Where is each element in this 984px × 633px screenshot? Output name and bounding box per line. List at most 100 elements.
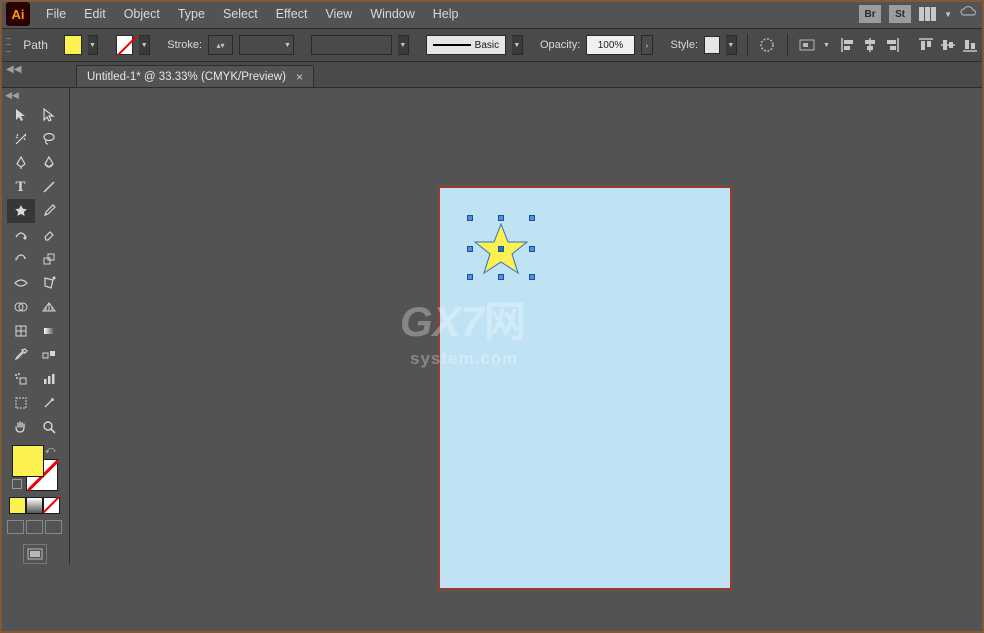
stroke-swatch[interactable] [116, 35, 134, 55]
menu-select[interactable]: Select [215, 5, 266, 23]
scale-tool[interactable] [35, 247, 63, 271]
style-dropdown-icon[interactable]: ▼ [726, 35, 737, 55]
stroke-label: Stroke: [167, 39, 202, 51]
align-to-selection-icon[interactable] [798, 34, 817, 56]
align-top-icon[interactable] [918, 37, 934, 53]
opacity-input[interactable]: 100% [586, 35, 634, 55]
screen-mode-button[interactable] [23, 544, 47, 564]
fill-dropdown-icon[interactable]: ▼ [88, 35, 99, 55]
fill-color-box[interactable] [12, 445, 44, 477]
swap-fill-stroke-icon[interactable]: ⤺ [45, 445, 56, 456]
symbol-sprayer-tool[interactable] [7, 367, 35, 391]
align-bottom-icon[interactable] [962, 37, 978, 53]
draw-normal-icon[interactable] [7, 520, 24, 534]
profile-dropdown-icon[interactable]: ▼ [398, 35, 409, 55]
selection-handle[interactable] [467, 246, 473, 252]
fill-swatch[interactable] [64, 35, 82, 55]
type-tool[interactable]: T [7, 175, 35, 199]
draw-inside-icon[interactable] [45, 520, 62, 534]
gradient-tool[interactable] [35, 319, 63, 343]
style-label: Style: [671, 39, 699, 51]
menu-help[interactable]: Help [425, 5, 467, 23]
line-segment-tool[interactable] [35, 175, 63, 199]
align-hcenter-icon[interactable] [862, 37, 878, 53]
arrange-caret-icon[interactable]: ▼ [944, 10, 952, 19]
menu-file[interactable]: File [38, 5, 74, 23]
column-graph-tool[interactable] [35, 367, 63, 391]
fill-stroke-indicator[interactable]: ⤺ [12, 445, 58, 491]
selection-tool[interactable] [7, 103, 35, 127]
selection-handle[interactable] [498, 274, 504, 280]
color-mode-solid[interactable] [9, 497, 26, 514]
arrange-documents-icon[interactable] [919, 7, 936, 21]
opacity-label: Opacity: [540, 39, 580, 51]
document-tab[interactable]: Untitled-1* @ 33.33% (CMYK/Preview) × [76, 65, 314, 87]
close-tab-icon[interactable]: × [296, 70, 303, 84]
app-logo: Ai [6, 2, 30, 26]
default-fill-stroke-icon[interactable] [12, 479, 22, 489]
document-tab-title: Untitled-1* @ 33.33% (CMYK/Preview) [87, 71, 286, 83]
menu-effect[interactable]: Effect [268, 5, 316, 23]
color-mode-none[interactable] [43, 497, 60, 514]
variable-width-profile[interactable] [311, 35, 392, 55]
curvature-tool[interactable] [35, 151, 63, 175]
selection-handle[interactable] [467, 274, 473, 280]
recolor-artwork-icon[interactable] [758, 34, 777, 56]
selection-handle[interactable] [467, 215, 473, 221]
align-to-caret-icon[interactable]: ▼ [823, 42, 830, 49]
slice-tool[interactable] [35, 391, 63, 415]
free-transform-tool[interactable] [35, 271, 63, 295]
selection-handle[interactable] [498, 215, 504, 221]
selection-handle[interactable] [529, 215, 535, 221]
menu-type[interactable]: Type [170, 5, 213, 23]
pen-tool[interactable] [7, 151, 35, 175]
brush-line-icon [433, 44, 471, 46]
artboard-tool[interactable] [7, 391, 35, 415]
collapse-panels-icon[interactable]: ◀◀ [6, 64, 21, 75]
align-right-icon[interactable] [884, 37, 900, 53]
canvas-area[interactable]: GX7网 system.com [70, 88, 984, 633]
stroke-weight-dropdown[interactable]: ▼ [239, 35, 294, 55]
paintbrush-tool[interactable] [35, 199, 63, 223]
lasso-tool[interactable] [35, 127, 63, 151]
shaper-tool[interactable] [7, 223, 35, 247]
eyedropper-tool[interactable] [7, 343, 35, 367]
mesh-tool[interactable] [7, 319, 35, 343]
blend-tool[interactable] [35, 343, 63, 367]
brush-dropdown-icon[interactable]: ▼ [512, 35, 523, 55]
color-mode-gradient[interactable] [26, 497, 43, 514]
opacity-dropdown-icon[interactable]: › [641, 35, 654, 55]
perspective-grid-tool[interactable] [35, 295, 63, 319]
selection-handle[interactable] [529, 246, 535, 252]
brush-definition[interactable]: Basic [426, 35, 506, 55]
eraser-tool[interactable] [35, 223, 63, 247]
zoom-tool[interactable] [35, 415, 63, 439]
menu-edit[interactable]: Edit [76, 5, 114, 23]
star-shape[interactable] [470, 218, 532, 280]
shape-builder-tool[interactable] [7, 295, 35, 319]
rotate-tool[interactable] [7, 247, 35, 271]
menu-view[interactable]: View [317, 5, 360, 23]
draw-behind-icon[interactable] [26, 520, 43, 534]
align-vcenter-icon[interactable] [940, 37, 956, 53]
tools-collapse-icon[interactable]: ◀◀ [5, 90, 19, 101]
selection-center-handle[interactable] [498, 246, 504, 252]
panel-grip-icon[interactable] [6, 35, 11, 55]
menu-window[interactable]: Window [362, 5, 422, 23]
selection-handle[interactable] [529, 274, 535, 280]
sync-icon[interactable] [960, 5, 978, 23]
width-tool[interactable] [7, 271, 35, 295]
brush-label: Basic [475, 40, 499, 51]
align-left-icon[interactable] [840, 37, 856, 53]
stroke-dropdown-icon[interactable]: ▼ [139, 35, 150, 55]
menu-object[interactable]: Object [116, 5, 168, 23]
stroke-weight-input[interactable]: ▴▾ [208, 35, 233, 55]
graphic-style-swatch[interactable] [704, 36, 720, 54]
bridge-icon[interactable]: Br [859, 5, 881, 23]
magic-wand-tool[interactable] [7, 127, 35, 151]
hand-tool[interactable] [7, 415, 35, 439]
screen-mode-row [7, 520, 62, 534]
star-tool[interactable] [7, 199, 35, 223]
stock-icon[interactable]: St [889, 5, 911, 23]
direct-selection-tool[interactable] [35, 103, 63, 127]
